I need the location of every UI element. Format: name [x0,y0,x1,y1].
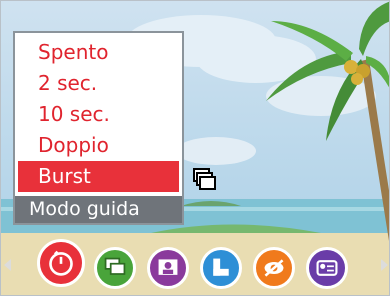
image-size-icon[interactable] [200,247,242,289]
option-burst[interactable]: Burst [18,161,179,192]
portrait-icon[interactable] [147,247,189,289]
option-double[interactable]: Doppio [18,130,179,161]
option-10-sec[interactable]: 10 sec. [18,99,179,130]
scroll-right-arrow-icon[interactable] [381,259,388,271]
burst-mode-icon [193,168,216,190]
scroll-left-arrow-icon[interactable] [4,259,11,271]
drive-mode-icon[interactable] [94,247,136,289]
option-off[interactable]: Spento [18,37,179,68]
red-eye-icon[interactable] [253,247,295,289]
menu-title: Modo guida [15,196,182,223]
info-icon[interactable] [306,247,348,289]
self-timer-icon[interactable] [37,239,85,287]
function-icon-strip [1,233,389,295]
option-2-sec[interactable]: 2 sec. [18,68,179,99]
drive-mode-menu: Spento 2 sec. 10 sec. Doppio Burst Modo … [13,31,184,225]
drive-mode-options: Spento 2 sec. 10 sec. Doppio Burst [15,33,182,192]
camera-screen: Spento 2 sec. 10 sec. Doppio Burst Modo … [0,0,390,296]
